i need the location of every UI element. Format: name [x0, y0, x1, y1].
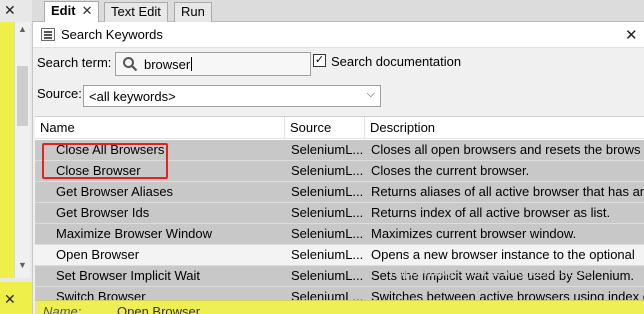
keyword-name-cell: Close All Browsers — [56, 142, 165, 157]
watermark: https://blog.csdn.net/qq_36248609 — [390, 264, 590, 279]
search-value: browser — [144, 57, 193, 72]
source-selected-value: <all keywords> — [89, 89, 176, 104]
keyword-description-cell: Closes the current browser. — [371, 163, 530, 178]
search-input[interactable]: browser — [115, 52, 311, 76]
search-documentation-checkbox[interactable]: ✓ — [313, 54, 326, 67]
close-icon[interactable]: ✕ — [625, 26, 638, 44]
close-icon[interactable]: ✕ — [4, 292, 16, 306]
keyword-description-cell: Returns index of all active browser as l… — [371, 205, 611, 220]
keyword-description-cell: Returns aliases of all active browser th… — [371, 184, 644, 199]
text-caret — [191, 57, 193, 71]
tab-text-edit[interactable]: Text Edit — [104, 2, 168, 22]
keyword-name-cell: Close Browser — [56, 163, 141, 178]
left-scrollbar[interactable]: ▲ ▼ — [14, 22, 30, 278]
documentation-panel: Name: Open Browser — [35, 300, 644, 314]
source-select[interactable]: <all keywords> ⌵ — [83, 85, 381, 107]
keyword-description-cell: Opens a new browser instance to the opti… — [371, 247, 635, 262]
doc-name-label: Name: — [43, 304, 82, 314]
keyword-name-cell: Switch Browser — [56, 289, 146, 301]
table-row[interactable]: Close All Browsers SeleniumL... Closes all… — [35, 140, 644, 161]
keyword-source-cell: SeleniumL... — [291, 226, 363, 241]
keyword-description-cell: Closes all open browsers and resets the … — [371, 142, 641, 157]
dialog-icon — [41, 28, 55, 41]
table-row[interactable]: Get Browser Ids SeleniumL... Returns index… — [35, 203, 644, 224]
doc-name-value: Open Browser — [117, 304, 201, 314]
keyword-source-cell: SeleniumL... — [291, 184, 363, 199]
scrollbar-thumb[interactable] — [17, 66, 28, 126]
left-yellow-area — [0, 22, 14, 278]
keyword-name-cell: Get Browser Ids — [56, 205, 150, 220]
column-header-description[interactable]: Description — [365, 117, 644, 139]
column-header-source[interactable]: Source — [285, 117, 365, 139]
table-row[interactable]: Switch Browser SeleniumL... Switches betwe… — [35, 287, 644, 301]
keyword-description-cell: Switches between active browsers using i… — [371, 289, 644, 301]
table-row[interactable]: Get Browser Aliases SeleniumL... Returns a… — [35, 182, 644, 203]
tab-edit[interactable]: Edit ✕ — [44, 1, 100, 23]
keyword-name-cell: Open Browser — [56, 247, 140, 262]
source-label: Source: — [37, 86, 82, 101]
close-icon[interactable]: ✕ — [82, 3, 93, 18]
scroll-down-icon[interactable]: ▼ — [18, 260, 27, 270]
keyword-name-cell: Maximize Browser Window — [56, 226, 213, 241]
table-header: Name Source Description — [35, 117, 644, 139]
table-row[interactable]: Open Browser SeleniumL... Opens a new brow… — [35, 245, 644, 266]
close-icon[interactable]: ✕ — [4, 3, 18, 17]
keyword-source-cell: SeleniumL... — [291, 268, 363, 283]
search-icon — [123, 57, 138, 72]
keyword-source-cell: SeleniumL... — [291, 247, 363, 262]
keyword-source-cell: SeleniumL... — [291, 142, 363, 157]
keyword-name-cell: Get Browser Aliases — [56, 184, 174, 199]
column-header-name[interactable]: Name — [35, 117, 285, 139]
dialog-titlebar: Search Keywords ✕ — [33, 22, 644, 48]
tab-run[interactable]: Run — [174, 2, 212, 22]
keyword-source-cell: SeleniumL... — [291, 289, 363, 301]
keyword-source-cell: SeleniumL... — [291, 163, 363, 178]
search-term-label: Search term: — [37, 55, 112, 70]
keyword-source-cell: SeleniumL... — [291, 205, 363, 220]
keyword-description-cell: Maximizes current browser window. — [371, 226, 577, 241]
keyword-name-cell: Set Browser Implicit Wait — [56, 268, 200, 283]
dialog-title: Search Keywords — [61, 27, 163, 42]
search-documentation-label: Search documentation — [331, 54, 462, 69]
chevron-down-icon: ⌵ — [366, 88, 375, 100]
tab-bar: Edit ✕ Text Edit Run — [32, 0, 644, 23]
scroll-up-icon[interactable]: ▲ — [18, 24, 27, 34]
table-row[interactable]: Close Browser SeleniumL... Closes the curr… — [35, 161, 644, 182]
table-row[interactable]: Maximize Browser Window SeleniumL... Maxim… — [35, 224, 644, 245]
